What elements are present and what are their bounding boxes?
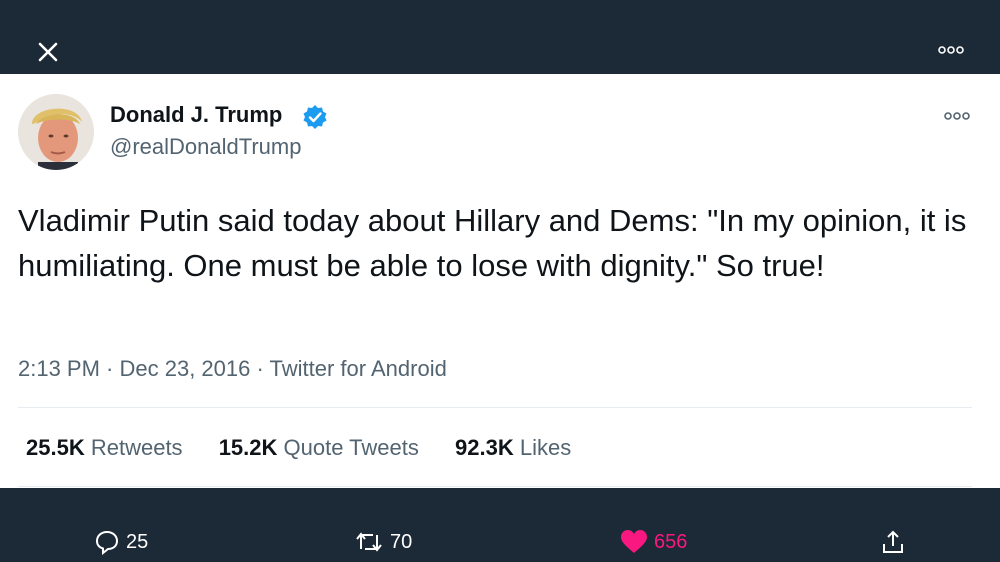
stat-quote-tweets[interactable]: 15.2K Quote Tweets <box>219 435 419 461</box>
author-handle[interactable]: @realDonaldTrump <box>110 134 301 160</box>
stat-likes[interactable]: 92.3K Likes <box>455 435 571 461</box>
tweet-more-icon[interactable] <box>944 110 970 122</box>
stat-retweets[interactable]: 25.5K Retweets <box>26 435 183 461</box>
meta-separator: · <box>99 356 120 381</box>
tweet-source[interactable]: Twitter for Android <box>270 356 447 381</box>
tweet-text: Vladimir Putin said today about Hillary … <box>18 203 967 283</box>
more-options-icon[interactable] <box>938 44 964 56</box>
like-count: 656 <box>654 530 688 553</box>
divider <box>18 486 972 487</box>
retweets-label: Retweets <box>90 435 183 460</box>
heart-icon <box>621 530 647 553</box>
like-button[interactable]: 656 <box>620 528 687 556</box>
share-button[interactable] <box>880 528 912 556</box>
tweet-date[interactable]: Dec 23, 2016 <box>120 356 251 381</box>
retweets-count: 25.5K <box>26 435 85 460</box>
meta-separator: · <box>250 356 270 381</box>
retweet-button[interactable]: 70 <box>354 528 412 556</box>
tweet-stats: 25.5K Retweets 15.2K Quote Tweets 92.3K … <box>26 435 601 461</box>
quote-tweets-label: Quote Tweets <box>283 435 419 460</box>
reply-button[interactable]: 25 <box>94 528 148 556</box>
tweet-card: Donald J. Trump @realDonaldTrump Vladimi… <box>0 74 1000 488</box>
reply-count: 25 <box>126 530 149 553</box>
likes-label: Likes <box>519 435 572 460</box>
author-name[interactable]: Donald J. Trump <box>110 102 282 128</box>
quote-tweets-count: 15.2K <box>218 435 278 460</box>
tweet-time[interactable]: 2:13 PM <box>18 356 100 381</box>
divider <box>18 407 972 408</box>
close-icon[interactable] <box>34 38 62 66</box>
reply-icon <box>95 530 119 555</box>
tweet-metadata: 2:13 PM · Dec 23, 2016 · Twitter for And… <box>18 356 447 382</box>
retweet-count: 70 <box>390 530 413 553</box>
top-bar <box>0 0 1000 72</box>
retweet-icon <box>356 532 382 552</box>
avatar[interactable] <box>18 94 94 170</box>
verified-badge-icon <box>303 105 327 129</box>
likes-count: 92.3K <box>455 435 514 460</box>
share-icon <box>883 530 903 553</box>
